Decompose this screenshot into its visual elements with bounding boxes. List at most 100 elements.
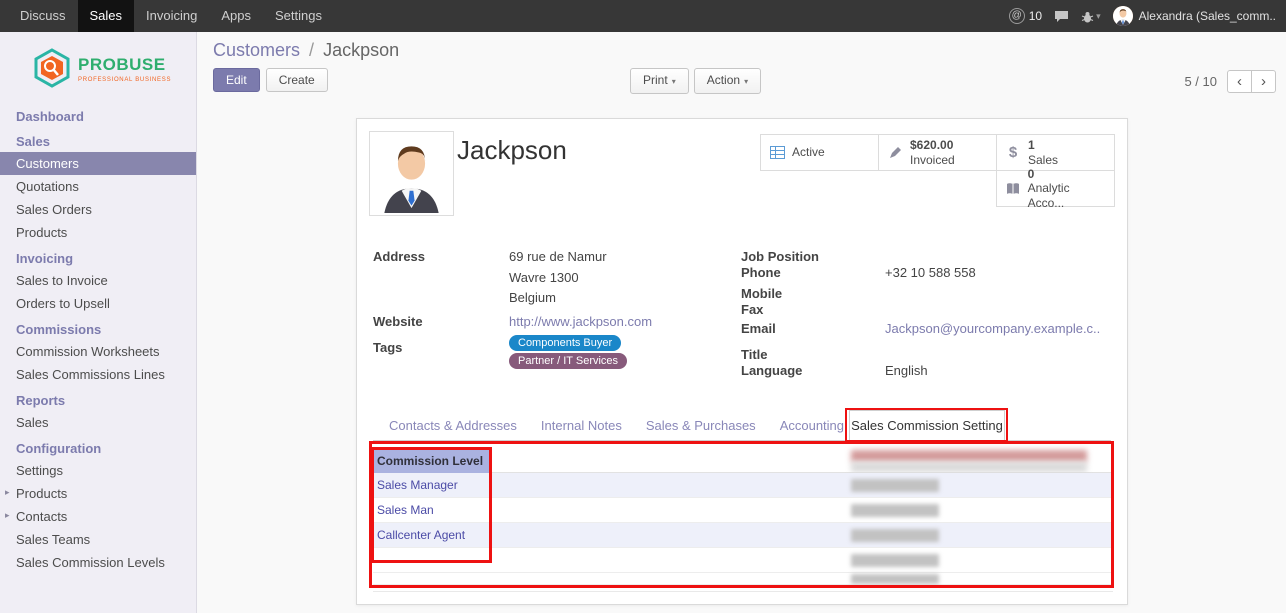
sidebar-item-report-sales[interactable]: Sales (0, 411, 196, 434)
tab-contacts-addresses[interactable]: Contacts & Addresses (377, 410, 529, 441)
divider (373, 591, 1113, 592)
stat-invoiced-button[interactable]: $620.00 Invoiced (878, 134, 997, 171)
mobile-label: Mobile (741, 286, 782, 301)
stat-buttons-row2: 0 Analytic Acco... (997, 170, 1115, 207)
phone-label: Phone (741, 265, 781, 280)
customer-form-sheet: Jackpson Active $620.00 (356, 118, 1128, 605)
stat-sales-button[interactable]: $ 1 Sales (996, 134, 1115, 171)
table-row[interactable] (373, 573, 1113, 585)
sidebar-heading-configuration[interactable]: Configuration (0, 434, 196, 459)
chevron-right-icon: › (1261, 73, 1266, 90)
table-row[interactable]: Sales Manager (373, 473, 1113, 498)
sidebar-item-quotations[interactable]: Quotations (0, 175, 196, 198)
sidebar-item-config-products[interactable]: ▸ Products (0, 482, 196, 505)
fax-label: Fax (741, 302, 763, 317)
topbar-right: @ 10 ▾ Alexandra (Sales_comm.. (1009, 6, 1286, 26)
chevron-down-icon: ▾ (1096, 11, 1101, 22)
tab-accounting[interactable]: Accounting (768, 410, 856, 441)
chevron-right-icon: ▸ (5, 487, 10, 498)
user-name: Alexandra (Sales_comm.. (1139, 9, 1276, 23)
stat-analytic-button[interactable]: 0 Analytic Acco... (996, 170, 1115, 207)
menu-sales[interactable]: Sales (78, 0, 135, 32)
stat-active-button[interactable]: Active (760, 134, 879, 171)
pager-next-button[interactable]: › (1251, 70, 1276, 93)
chevron-right-icon: ▸ (5, 510, 10, 521)
pager: 5 / 10 ‹ › (1184, 70, 1276, 93)
website-label: Website (373, 314, 423, 329)
address-label: Address (373, 249, 425, 264)
avatar (1113, 6, 1133, 26)
sidebar-item-products[interactable]: Products (0, 221, 196, 244)
sidebar-heading-dashboard[interactable]: Dashboard (0, 102, 196, 127)
pencil-icon (886, 146, 904, 159)
menu-apps[interactable]: Apps (209, 0, 263, 32)
mention-count: 10 (1029, 9, 1042, 23)
app-logo: PROBUSE PROFESSIONAL BUSINESS (0, 32, 196, 102)
logo-title: PROBUSE (78, 55, 171, 75)
redacted-block (851, 529, 939, 542)
table-row[interactable]: Sales Man (373, 498, 1113, 523)
sidebar-item-sales-orders[interactable]: Sales Orders (0, 198, 196, 221)
sidebar-item-sales-teams[interactable]: Sales Teams (0, 528, 196, 551)
sidebar-heading-commissions[interactable]: Commissions (0, 315, 196, 340)
tab-sales-commission-setting[interactable]: Sales Commission Setting (849, 410, 1005, 441)
stat-buttons-row1: Active $620.00 Invoiced $ 1 Sales (761, 134, 1115, 171)
redacted-block (851, 450, 1087, 462)
title-label: Title (741, 347, 768, 362)
sidebar-item-settings[interactable]: Settings (0, 459, 196, 482)
action-button[interactable]: Action▾ (694, 68, 761, 94)
commission-level-header[interactable]: Commission Level (373, 449, 492, 473)
dollar-icon: $ (1004, 144, 1022, 161)
print-button[interactable]: Print▾ (630, 68, 689, 94)
language-label: Language (741, 363, 802, 378)
debug-menu[interactable]: ▾ (1081, 10, 1101, 23)
table-icon (768, 146, 786, 159)
sidebar-item-sales-to-invoice[interactable]: Sales to Invoice (0, 269, 196, 292)
tab-sales-purchases[interactable]: Sales & Purchases (634, 410, 768, 441)
tab-internal-notes[interactable]: Internal Notes (529, 410, 634, 441)
chevron-down-icon: ▾ (744, 77, 748, 86)
menu-settings[interactable]: Settings (263, 0, 334, 32)
sidebar-heading-invoicing[interactable]: Invoicing (0, 244, 196, 269)
redacted-block (851, 574, 939, 584)
edit-button[interactable]: Edit (213, 68, 260, 92)
table-row[interactable] (373, 548, 1113, 573)
phone-value: +32 10 588 558 (885, 265, 976, 280)
user-menu[interactable]: Alexandra (Sales_comm.. (1113, 6, 1276, 26)
sidebar-item-commission-worksheets[interactable]: Commission Worksheets (0, 340, 196, 363)
sidebar-heading-sales[interactable]: Sales (0, 127, 196, 152)
sidebar-heading-reports[interactable]: Reports (0, 386, 196, 411)
book-icon (1004, 183, 1022, 195)
website-link[interactable]: http://www.jackpson.com (509, 314, 652, 329)
form-buttons: Edit Create (213, 68, 328, 92)
chat-icon[interactable] (1054, 10, 1069, 23)
breadcrumb-customers[interactable]: Customers (213, 40, 300, 60)
menu-invoicing[interactable]: Invoicing (134, 0, 209, 32)
topbar: Discuss Sales Invoicing Apps Settings @ … (0, 0, 1286, 32)
job-position-label: Job Position (741, 249, 819, 264)
customer-photo[interactable] (369, 131, 454, 216)
language-value: English (885, 363, 928, 378)
menu-discuss[interactable]: Discuss (8, 0, 78, 32)
sidebar-item-config-contacts[interactable]: ▸ Contacts (0, 505, 196, 528)
tag-components-buyer: Components Buyer (509, 335, 621, 351)
sidebar-item-sales-commission-levels[interactable]: Sales Commission Levels (0, 551, 196, 574)
table-row[interactable]: Callcenter Agent (373, 523, 1113, 548)
pager-prev-button[interactable]: ‹ (1227, 70, 1252, 93)
sidebar-item-sales-commissions-lines[interactable]: Sales Commissions Lines (0, 363, 196, 386)
magnifier-hexagon-logo-icon (32, 48, 72, 90)
sidebar: PROBUSE PROFESSIONAL BUSINESS Dashboard … (0, 32, 197, 613)
redacted-block (851, 504, 939, 517)
email-link[interactable]: Jackpson@yourcompany.example.c.. (885, 321, 1100, 336)
redacted-block (851, 462, 1087, 472)
commission-table: Commission Level Sales Manager Sales Man… (373, 449, 1113, 585)
chevron-left-icon: ‹ (1237, 73, 1242, 90)
breadcrumb-current: Jackpson (323, 40, 399, 60)
sidebar-item-customers[interactable]: Customers (0, 152, 196, 175)
chevron-down-icon: ▾ (672, 77, 676, 86)
mention-counter[interactable]: @ 10 (1009, 8, 1042, 24)
at-icon: @ (1009, 8, 1025, 24)
sidebar-item-orders-to-upsell[interactable]: Orders to Upsell (0, 292, 196, 315)
create-button[interactable]: Create (266, 68, 328, 92)
tags-label: Tags (373, 340, 402, 355)
